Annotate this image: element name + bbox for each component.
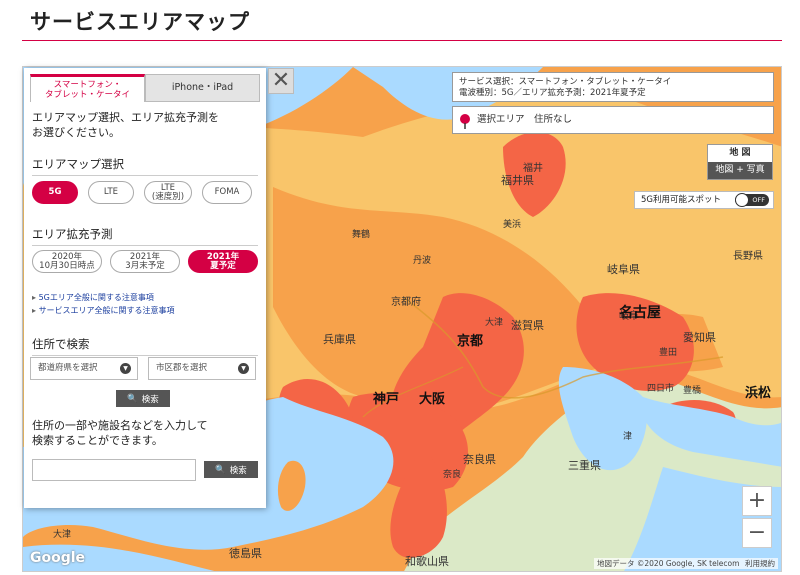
map-label-yokkaichi: 四日市	[647, 382, 674, 393]
forecast-heading: エリア拡充予測	[32, 226, 258, 246]
map-label-niihama: 大津	[53, 528, 71, 539]
hint-line1: 住所の一部や施設名などを入力して	[32, 419, 208, 432]
map-label-fukui: 福井	[523, 161, 543, 174]
map-label-osaka: 大阪	[419, 391, 446, 406]
free-search-button[interactable]: 🔍 検索	[204, 461, 258, 478]
city-placeholder: 市区郡を選択	[156, 363, 208, 373]
city-select[interactable]: 市区郡を選択 ▼	[148, 357, 256, 380]
forecast-1-line2: 10月30日時点	[39, 260, 95, 271]
forecast-2021-mar-button[interactable]: 2021年 3月末予定	[110, 250, 180, 273]
intro-line1: エリアマップ選択、エリア拡充予測を	[32, 111, 219, 124]
map-label-toyota: 豊田	[659, 346, 677, 357]
note-link-5g[interactable]: 5Gエリア全般に関する注意事項	[32, 291, 175, 304]
service-info-line1: サービス選択：スマートフォン・タブレット・ケータイ	[459, 77, 672, 87]
areamap-heading: エリアマップ選択	[32, 156, 258, 176]
address-heading: 住所で検索	[32, 336, 258, 356]
toggle-knob	[735, 193, 749, 207]
zoom-in-button[interactable]: +	[742, 486, 772, 516]
close-panel-button[interactable]: ✕	[268, 68, 294, 94]
prefecture-placeholder: 都道府県を選択	[38, 363, 98, 373]
map-label-hyogo-pref: 兵庫県	[323, 332, 356, 346]
map-label-shiga-pref: 滋賀県	[511, 319, 544, 332]
prefecture-select[interactable]: 都道府県を選択 ▼	[30, 357, 138, 380]
spot-toggle-box: 5G利用可能スポット OFF	[634, 191, 774, 209]
map-label-fukui-pref: 福井県	[501, 173, 534, 187]
map-label-nara-pref: 奈良県	[463, 452, 496, 466]
forecast-2021-summer-button[interactable]: 2021年 夏予定	[188, 250, 258, 273]
intro-text: エリアマップ選択、エリア拡充予測を お選びください。	[32, 110, 258, 140]
map-label-mihama: 美浜	[503, 218, 521, 229]
areamap-5g-button[interactable]: 5G	[32, 181, 78, 204]
intro-line2: お選びください。	[32, 126, 120, 139]
search-icon: 🔍	[215, 464, 226, 475]
forecast-2020-oct-button[interactable]: 2020年 10月30日時点	[32, 250, 102, 273]
map-label-otsu: 大津	[485, 316, 503, 327]
map-label-gifu-pref: 岐阜県	[607, 263, 640, 276]
search-panel: スマートフォン・ タブレット・ケータイ iPhone・iPad エリアマップ選択…	[24, 68, 266, 508]
areamap-foma-button[interactable]: FOMA	[202, 181, 252, 204]
spot-toggle-switch[interactable]: OFF	[735, 193, 769, 207]
address-search-label: 検索	[141, 394, 159, 405]
map-label-hamamatsu: 浜松	[745, 385, 771, 400]
hint-text: 住所の一部や施設名などを入力して 検索することができます。	[32, 418, 258, 448]
tab-smartphone-line2: タブレット・ケータイ	[44, 89, 130, 100]
service-tabs: スマートフォン・ タブレット・ケータイ iPhone・iPad	[30, 74, 260, 102]
hint-line2: 検索することができます。	[32, 434, 163, 447]
spot-toggle-label: 5G利用可能スポット	[641, 195, 721, 205]
map-label-tsu: 津	[623, 431, 632, 441]
map-label-nagano-pref: 長野県	[733, 250, 763, 262]
map-label-toyohashi: 豊橋	[683, 384, 701, 395]
zoom-out-button[interactable]: −	[742, 518, 772, 548]
map-label-nara: 奈良	[443, 468, 461, 479]
free-search-label: 検索	[229, 465, 247, 476]
service-info-line2: 電波種別：5G／エリア拡充予測：2021年夏予定	[459, 88, 646, 98]
map-label-kyoto-pref: 京都府	[391, 295, 421, 308]
terms-link[interactable]: 利用規約	[742, 558, 778, 569]
map-label-kobe: 神戸	[373, 391, 399, 406]
chevron-down-icon: ▼	[120, 363, 131, 374]
service-info-box: サービス選択：スマートフォン・タブレット・ケータイ 電波種別：5G／エリア拡充予…	[452, 72, 774, 102]
selected-area-box: 選択エリア 住所なし	[452, 106, 774, 134]
forecast-2-line2: 3月末予定	[125, 260, 165, 271]
map-label-wakayama-pref: 和歌山県	[405, 554, 449, 568]
free-search-input[interactable]	[32, 459, 196, 481]
map-label-mie-pref: 三重県	[568, 458, 601, 472]
notes-links: 5Gエリア全般に関する注意事項 サービスエリア全般に関する注意事項	[32, 291, 175, 317]
map-label-kyoto: 京都	[457, 333, 483, 348]
areamap-lte-speed-button[interactable]: LTE (速度別)	[144, 181, 192, 204]
google-logo: Google	[30, 550, 86, 566]
chevron-down-icon: ▼	[238, 363, 249, 374]
map-label-maizuru: 舞鶴	[352, 228, 370, 239]
lte-speed-line2: (速度別)	[151, 191, 185, 202]
map-label-tanba: 丹波	[413, 254, 431, 265]
tab-smartphone-line1: スマートフォン・	[53, 79, 122, 90]
map-label-tokushima-pref: 徳島県	[229, 546, 262, 560]
map-label-aichi-pref: 愛知県	[683, 330, 716, 344]
address-search-button[interactable]: 🔍 検索	[116, 390, 170, 407]
page-title: サービスエリアマップ	[30, 10, 250, 34]
spot-toggle-state: OFF	[752, 196, 765, 204]
map-type-map-button[interactable]: 地 図	[708, 145, 772, 162]
search-icon: 🔍	[127, 393, 138, 404]
map-type-satellite-button[interactable]: 地図 + 写真	[708, 162, 772, 179]
map-label-nagoya: 名古屋	[619, 304, 661, 320]
forecast-3-line2: 夏予定	[210, 260, 236, 271]
tab-smartphone[interactable]: スマートフォン・ タブレット・ケータイ	[30, 74, 145, 102]
map-data-attribution: 地図データ ©2020 Google, SK telecom	[594, 558, 743, 569]
title-divider	[22, 40, 782, 41]
selected-area-text: 選択エリア 住所なし	[477, 114, 573, 125]
tab-iphone[interactable]: iPhone・iPad	[145, 74, 260, 102]
map-pin-icon	[460, 114, 470, 129]
note-link-service[interactable]: サービスエリア全般に関する注意事項	[32, 304, 175, 317]
map-type-switch: 地 図 地図 + 写真	[707, 144, 773, 180]
areamap-lte-button[interactable]: LTE	[88, 181, 134, 204]
